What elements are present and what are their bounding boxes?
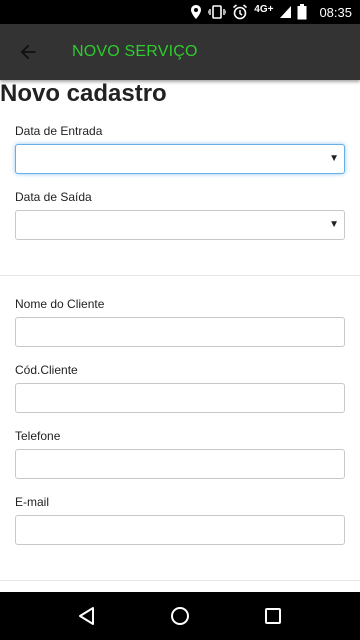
network-type: 4G+	[254, 3, 274, 15]
section-divider	[0, 580, 360, 581]
cod-cliente-input[interactable]	[15, 383, 345, 413]
telefone-label: Telefone	[15, 429, 61, 443]
nav-recents-button[interactable]	[249, 592, 297, 640]
system-nav-bar	[0, 592, 360, 640]
email-label: E-mail	[15, 495, 50, 509]
nome-cliente-input[interactable]	[15, 317, 345, 347]
arrow-back-icon	[20, 44, 36, 60]
data-entrada-label: Data de Entrada	[15, 124, 103, 138]
back-triangle-icon	[78, 607, 94, 625]
data-entrada-select[interactable]: ▼	[15, 144, 345, 174]
page-title: Novo cadastro	[0, 80, 167, 107]
nome-cliente-label: Nome do Cliente	[15, 297, 105, 311]
data-saida-select[interactable]: ▼	[15, 210, 345, 240]
home-circle-icon	[170, 607, 189, 625]
telefone-input[interactable]	[15, 449, 345, 479]
dropdown-arrow-icon: ▼	[329, 219, 339, 230]
signal-icon	[279, 0, 292, 24]
vibrate-icon	[208, 0, 227, 24]
cod-cliente-label: Cód.Cliente	[15, 363, 78, 377]
nav-home-button[interactable]	[156, 592, 204, 640]
dropdown-arrow-icon: ▼	[329, 153, 339, 164]
nav-back-button[interactable]	[63, 592, 111, 640]
email-input[interactable]	[15, 515, 345, 545]
app-title: NOVO SERVIÇO	[72, 43, 198, 60]
data-saida-label: Data de Saída	[15, 190, 92, 204]
alarm-icon	[232, 0, 248, 24]
status-bar: 4G+ 08:35	[0, 0, 360, 24]
battery-icon	[297, 0, 307, 24]
back-button[interactable]	[0, 24, 56, 80]
location-icon	[190, 0, 202, 24]
app-bar: NOVO SERVIÇO	[0, 24, 360, 80]
recents-square-icon	[265, 608, 282, 624]
clock: 08:35	[319, 4, 352, 20]
section-divider	[0, 275, 360, 276]
